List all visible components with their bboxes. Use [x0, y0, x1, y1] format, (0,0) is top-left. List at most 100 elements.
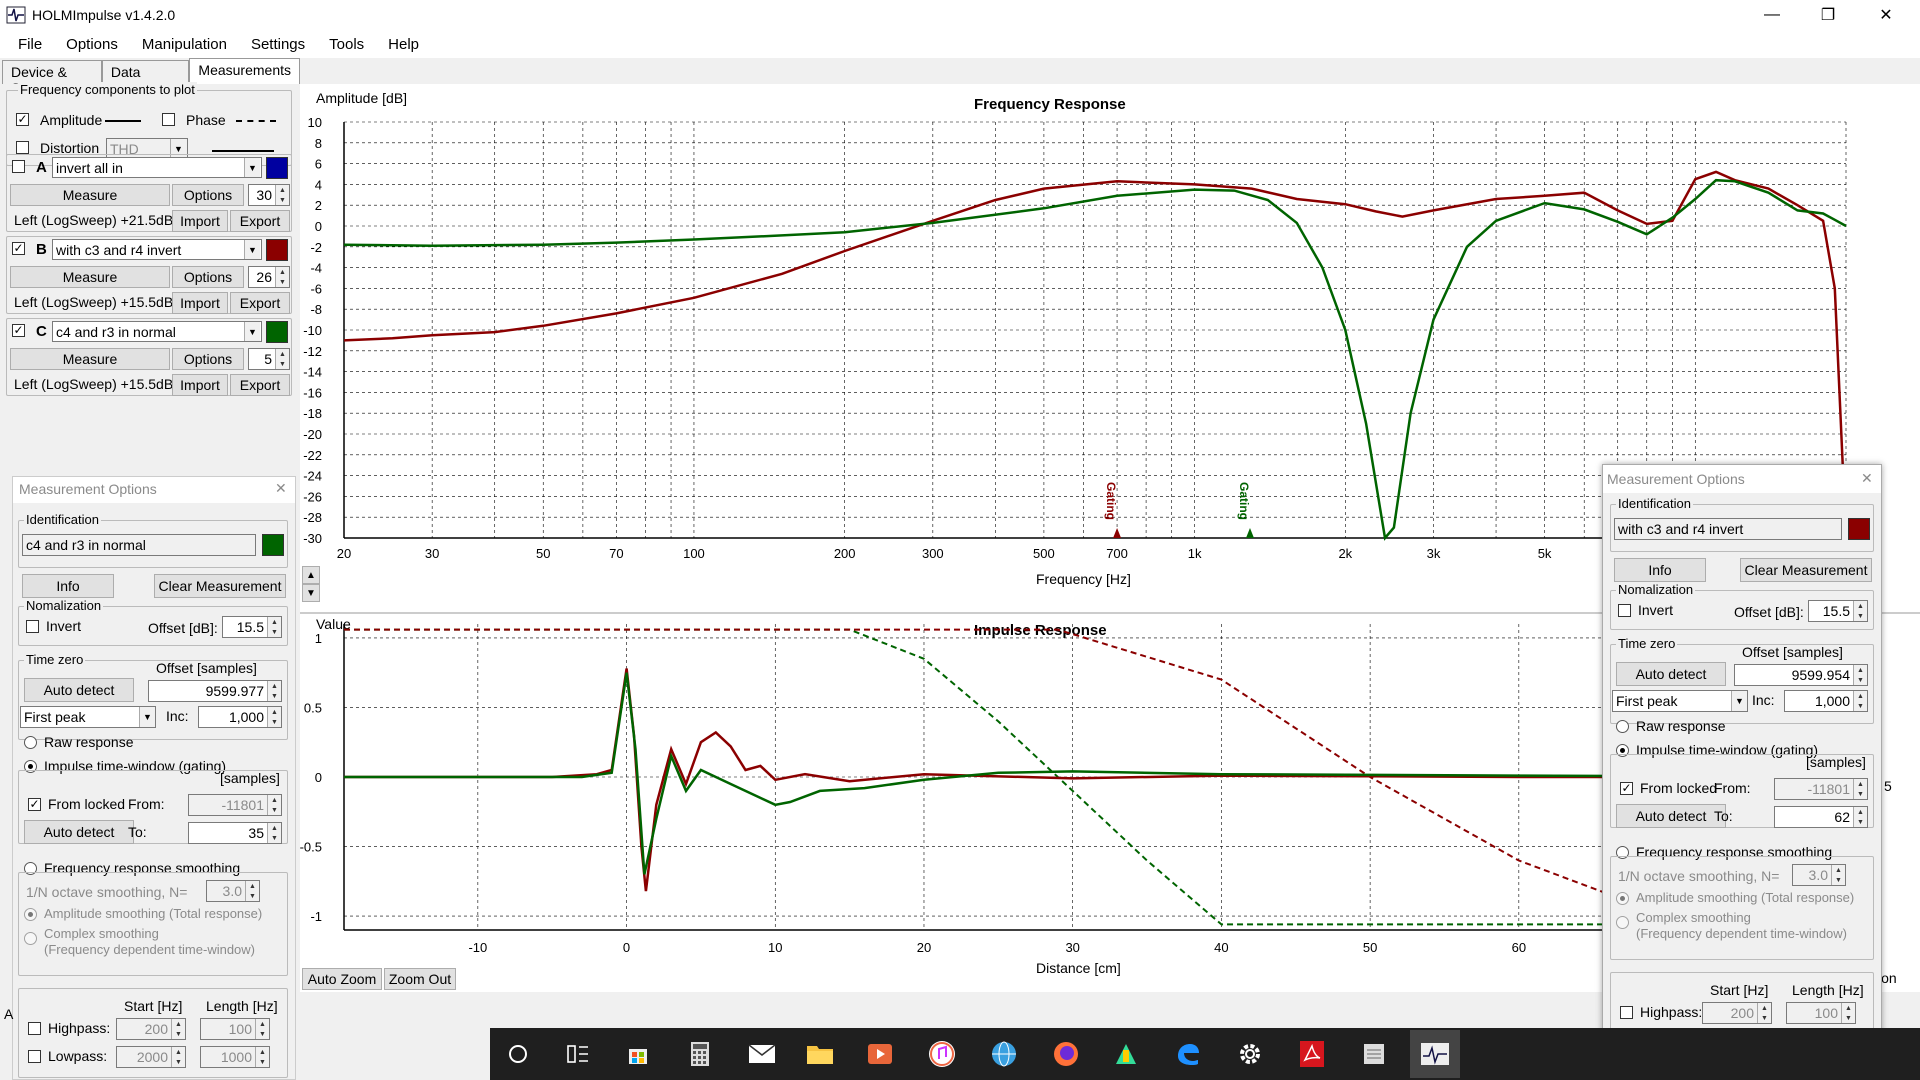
distortion-checkbox[interactable]	[16, 141, 29, 154]
clear-measurement-button[interactable]: Clear Measurement	[154, 574, 286, 598]
stepper-arrows-icon[interactable]: ▲▼	[1757, 1003, 1771, 1023]
complex-smoothing-radio[interactable]	[24, 932, 37, 945]
stepper-arrows-icon[interactable]: ▲▼	[267, 823, 281, 843]
stepper-arrows-icon[interactable]: ▲▼	[1853, 807, 1867, 827]
raw-response-radio[interactable]	[24, 736, 37, 749]
settings-gear-icon[interactable]	[1232, 1036, 1268, 1072]
import-button[interactable]: Import	[172, 374, 228, 396]
stepper-arrows-icon[interactable]: ▲▼	[1831, 865, 1845, 885]
scroll-up-icon[interactable]: ▲	[302, 566, 320, 584]
tab-device-signal[interactable]: Device & Signal	[2, 60, 102, 96]
identification-color-swatch[interactable]	[262, 534, 284, 556]
peak-mode-select[interactable]: First peak	[20, 706, 156, 728]
export-button[interactable]: Export	[230, 374, 290, 396]
stepper-arrows-icon[interactable]: ▲▼	[267, 707, 281, 727]
highpass-checkbox[interactable]	[28, 1022, 41, 1035]
stepper-arrows-icon[interactable]: ▲▼	[171, 1047, 185, 1067]
measurement-name-select[interactable]: invert all in	[52, 157, 262, 178]
lowpass-checkbox[interactable]	[28, 1050, 41, 1063]
raw-response-radio[interactable]	[1616, 720, 1629, 733]
acrobat-icon[interactable]	[1294, 1036, 1330, 1072]
task-view-icon[interactable]	[560, 1036, 596, 1072]
stepper-arrows-icon[interactable]: ▲▼	[245, 881, 259, 901]
stepper-arrows-icon[interactable]: ▲▼	[275, 267, 289, 287]
zoom-out-button[interactable]: Zoom Out	[384, 968, 456, 990]
info-button[interactable]: Info	[22, 574, 114, 598]
identification-field[interactable]: c4 and r3 in normal	[22, 534, 256, 556]
options-button[interactable]: Options	[172, 348, 244, 370]
invert-checkbox[interactable]	[1618, 604, 1631, 617]
identification-field[interactable]: with c3 and r4 invert	[1614, 518, 1842, 540]
complex-smoothing-radio[interactable]	[1616, 916, 1629, 929]
tab-measurements[interactable]: Measurements	[189, 58, 300, 84]
import-button[interactable]: Import	[172, 210, 228, 232]
menu-manipulation[interactable]: Manipulation	[130, 36, 239, 53]
measure-button[interactable]: Measure	[10, 348, 170, 370]
itunes-icon[interactable]	[924, 1036, 960, 1072]
globe-icon[interactable]	[986, 1036, 1022, 1072]
minimize-button[interactable]: —	[1744, 0, 1800, 30]
stepper-arrows-icon[interactable]: ▲▼	[275, 349, 289, 369]
highpass-checkbox[interactable]	[1620, 1006, 1633, 1019]
measurement-enable-checkbox[interactable]: ✓	[12, 324, 25, 337]
auto-detect-gating-button[interactable]: Auto detect	[24, 820, 134, 844]
time-zero-offset-stepper[interactable]: 9599.977	[148, 680, 282, 702]
stepper-arrows-icon[interactable]: ▲▼	[255, 1019, 269, 1039]
search-icon[interactable]	[500, 1036, 536, 1072]
media-player-icon[interactable]	[862, 1036, 898, 1072]
stepper-arrows-icon[interactable]: ▲▼	[1853, 665, 1867, 685]
auto-detect-time-zero-button[interactable]: Auto detect	[1616, 662, 1726, 686]
stepper-arrows-icon[interactable]: ▲▼	[1853, 601, 1867, 621]
measurement-enable-checkbox[interactable]: ✓	[12, 242, 25, 255]
measurement-name-select[interactable]: with c3 and r4 invert	[52, 239, 262, 260]
amplitude-smoothing-radio[interactable]	[1616, 892, 1629, 905]
scroll-down-icon[interactable]: ▼	[302, 584, 320, 602]
measure-button[interactable]: Measure	[10, 266, 170, 288]
from-locked-checkbox[interactable]: ✓	[1620, 782, 1633, 795]
stepper-arrows-icon[interactable]: ▲▼	[255, 1047, 269, 1067]
options-button[interactable]: Options	[172, 184, 244, 206]
stepper-arrows-icon[interactable]: ▲▼	[267, 617, 281, 637]
menu-help[interactable]: Help	[376, 36, 431, 53]
file-explorer-icon[interactable]	[802, 1036, 838, 1072]
menu-options[interactable]: Options	[54, 36, 130, 53]
app-tool-icon[interactable]	[1108, 1036, 1144, 1072]
peak-mode-select[interactable]: First peak	[1612, 690, 1748, 712]
amplitude-smoothing-radio[interactable]	[24, 908, 37, 921]
firefox-icon[interactable]	[1048, 1036, 1084, 1072]
phase-checkbox[interactable]	[162, 113, 175, 126]
stepper-arrows-icon[interactable]: ▲▼	[275, 185, 289, 205]
invert-checkbox[interactable]	[26, 620, 39, 633]
documents-icon[interactable]	[1356, 1036, 1392, 1072]
auto-detect-time-zero-button[interactable]: Auto detect	[24, 678, 134, 702]
edge-icon[interactable]	[1170, 1036, 1206, 1072]
close-icon[interactable]: ✕	[1861, 470, 1873, 487]
store-icon[interactable]	[620, 1036, 656, 1072]
from-locked-checkbox[interactable]: ✓	[28, 798, 41, 811]
export-button[interactable]: Export	[230, 292, 290, 314]
stepper-arrows-icon[interactable]: ▲▼	[267, 795, 281, 815]
options-button[interactable]: Options	[172, 266, 244, 288]
stepper-arrows-icon[interactable]: ▲▼	[171, 1019, 185, 1039]
mail-icon[interactable]	[744, 1036, 780, 1072]
stepper-arrows-icon[interactable]: ▲▼	[1853, 691, 1867, 711]
close-icon[interactable]: ✕	[275, 480, 287, 497]
measurement-enable-checkbox[interactable]	[12, 160, 25, 173]
info-button[interactable]: Info	[1614, 558, 1706, 582]
tab-data-analysis[interactable]: Data analysis	[101, 60, 190, 96]
measure-button[interactable]: Measure	[10, 184, 170, 206]
stepper-arrows-icon[interactable]: ▲▼	[1853, 779, 1867, 799]
auto-detect-gating-button[interactable]: Auto detect	[1616, 804, 1726, 828]
import-button[interactable]: Import	[172, 292, 228, 314]
measurement-color-swatch[interactable]	[266, 321, 288, 343]
time-zero-offset-stepper[interactable]: 9599.954	[1734, 664, 1868, 686]
maximize-button[interactable]: ❐	[1800, 0, 1856, 30]
auto-zoom-button[interactable]: Auto Zoom	[302, 968, 382, 990]
measurement-color-swatch[interactable]	[266, 239, 288, 261]
measurement-name-select[interactable]: c4 and r3 in normal	[52, 321, 262, 342]
identification-color-swatch[interactable]	[1848, 518, 1870, 540]
menu-tools[interactable]: Tools	[317, 36, 376, 53]
measurement-color-swatch[interactable]	[266, 157, 288, 179]
holmimpulse-taskbar-icon[interactable]	[1410, 1030, 1460, 1078]
amplitude-checkbox[interactable]: ✓	[16, 113, 29, 126]
